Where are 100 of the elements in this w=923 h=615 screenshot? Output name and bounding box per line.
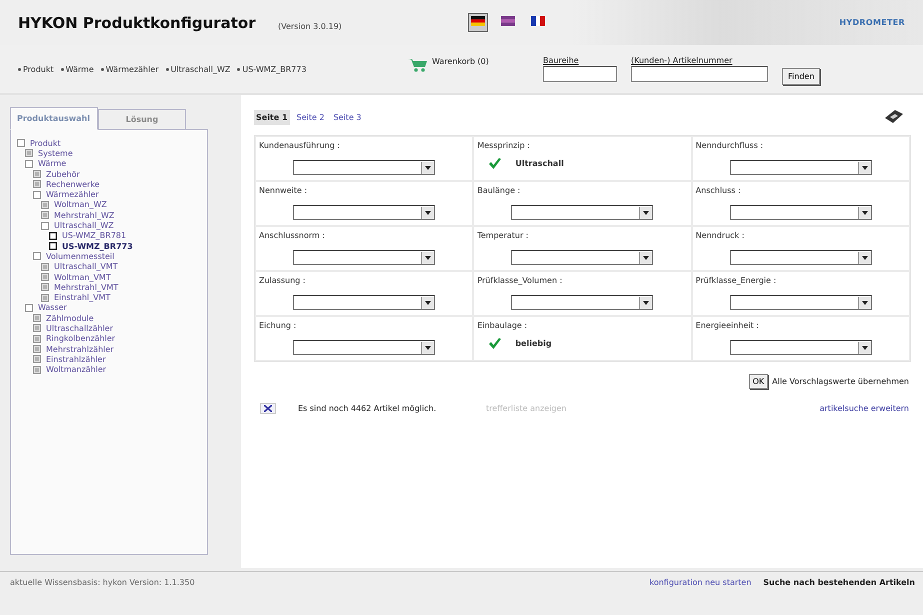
- dropdown[interactable]: [511, 295, 654, 310]
- collapse-icon[interactable]: [33, 252, 41, 260]
- expand-icon[interactable]: [41, 273, 49, 281]
- expand-icon[interactable]: [25, 149, 33, 158]
- result-message: Es sind noch 4462 Artikel möglich.: [298, 404, 438, 413]
- accept-label: Alle Vorschlagswerte übernehmen: [772, 377, 909, 386]
- bullet-icon: [237, 68, 240, 70]
- field-label: Einbaulage :: [477, 321, 528, 330]
- dropdown[interactable]: [293, 250, 436, 265]
- dropdown[interactable]: [730, 340, 872, 355]
- caret-icon: [643, 300, 650, 304]
- tree-item[interactable]: Wasser: [25, 302, 207, 314]
- expand-icon[interactable]: [33, 324, 41, 332]
- tree-item[interactable]: Wärmezähler: [33, 189, 207, 200]
- dropdown[interactable]: [293, 160, 436, 175]
- field-label: Kundenausführung :: [259, 141, 341, 150]
- find-button[interactable]: Finden: [782, 68, 820, 84]
- expand-icon[interactable]: [33, 355, 41, 364]
- tree-item[interactable]: US-WMZ_BR773: [49, 240, 207, 252]
- page-tab[interactable]: Seite 2: [294, 110, 326, 124]
- expand-icon[interactable]: [41, 200, 49, 209]
- caret-icon: [862, 256, 868, 260]
- dropdown[interactable]: [293, 295, 436, 310]
- collapse-icon[interactable]: [17, 139, 25, 148]
- dropdown[interactable]: [730, 295, 872, 310]
- breadcrumb-link[interactable]: US-WMZ_BR773: [242, 64, 306, 74]
- expand-icon[interactable]: [41, 262, 49, 271]
- field-label: Eichung :: [259, 321, 298, 330]
- expand-icon[interactable]: [41, 211, 49, 220]
- search-articles-link[interactable]: Suche nach bestehenden Artikeln: [763, 578, 915, 587]
- caret-icon: [862, 210, 868, 214]
- field-label: Nenndurchfluss :: [696, 141, 764, 150]
- tree-item[interactable]: Ringkolbenzähler: [33, 334, 207, 344]
- expand-icon[interactable]: [33, 334, 41, 343]
- page-tab[interactable]: Seite 3: [331, 110, 364, 124]
- eraser-icon[interactable]: [883, 109, 905, 125]
- bullet-icon: [166, 68, 169, 70]
- page-tab[interactable]: Seite 1: [254, 110, 290, 124]
- search-field[interactable]: [543, 66, 617, 82]
- tree-item[interactable]: Woltman_WZ: [41, 200, 207, 210]
- dropdown[interactable]: [293, 205, 436, 220]
- field-label: Anschlussnorm :: [259, 231, 326, 240]
- extend-search-link[interactable]: artikelsuche erweitern: [820, 404, 909, 413]
- reset-button[interactable]: [260, 403, 276, 414]
- tree-item[interactable]: Mehrstrahl_WZ: [41, 210, 207, 220]
- expand-icon[interactable]: [41, 294, 49, 302]
- field-label: Zulassung :: [259, 276, 306, 285]
- ok-button[interactable]: OK: [748, 374, 768, 389]
- tree-item[interactable]: Volumenmessteil: [33, 251, 207, 262]
- expand-icon[interactable]: [33, 314, 41, 322]
- collapse-icon[interactable]: [25, 160, 33, 168]
- checkmark-icon: [489, 338, 502, 349]
- collapse-icon[interactable]: [25, 304, 33, 312]
- tree-item[interactable]: Ultraschall_WZ: [41, 220, 207, 231]
- tree-item[interactable]: Zählmodule: [33, 313, 207, 324]
- tree-item[interactable]: Einstrahlzähler: [33, 354, 207, 365]
- breadcrumb-link[interactable]: Wärme: [66, 64, 94, 74]
- tree-item[interactable]: Mehrstrahlzähler: [33, 344, 207, 354]
- tree-item[interactable]: Zubehör: [33, 168, 207, 180]
- cart-label[interactable]: Warenkorb (0): [432, 57, 489, 66]
- breadcrumb-link[interactable]: Wärmezähler: [106, 64, 159, 74]
- expand-icon[interactable]: [33, 366, 41, 374]
- field-label: Messprinzip :: [477, 141, 531, 150]
- dropdown[interactable]: [730, 160, 872, 175]
- dropdown[interactable]: [511, 205, 654, 220]
- tree-item[interactable]: Einstrahl_VMT: [41, 292, 207, 303]
- tree-item[interactable]: Rechenwerke: [33, 179, 207, 190]
- collapse-icon[interactable]: [33, 190, 41, 199]
- tree-item[interactable]: US-WMZ_BR781: [49, 230, 207, 241]
- collapse-icon[interactable]: [41, 222, 49, 230]
- tree-item[interactable]: Wärme: [25, 158, 207, 169]
- expand-icon[interactable]: [41, 283, 49, 292]
- caret-icon: [862, 166, 868, 170]
- field-label: Anschluss :: [696, 186, 742, 195]
- breadcrumb-link[interactable]: Ultraschall_WZ: [170, 64, 230, 74]
- tree-item[interactable]: Mehrstrahl_VMT: [41, 282, 207, 292]
- expand-icon[interactable]: [33, 180, 41, 188]
- tree-item[interactable]: Woltmanzähler: [33, 364, 207, 375]
- field-label: Baureihe: [543, 56, 580, 65]
- breadcrumb-link[interactable]: Produkt: [23, 64, 54, 74]
- expand-icon[interactable]: [33, 345, 41, 354]
- field-label: Nennweite :: [259, 186, 308, 195]
- flag-icon[interactable]: [468, 13, 488, 32]
- tree-item[interactable]: Ultraschall_VMT: [41, 262, 207, 272]
- dropdown[interactable]: [730, 250, 872, 265]
- tree-item[interactable]: Produkt: [17, 138, 207, 148]
- field-value: Ultraschall: [515, 159, 564, 168]
- restart-link[interactable]: konfiguration neu starten: [649, 578, 752, 587]
- dropdown[interactable]: [730, 205, 872, 220]
- company-logo: HYDROMETER: [839, 18, 905, 27]
- tree-item[interactable]: Woltman_VMT: [41, 272, 207, 282]
- caret-icon: [643, 256, 650, 260]
- knowledge-base-version: aktuelle Wissensbasis: hykon Version: 1.1.350: [10, 578, 196, 587]
- tree-item[interactable]: Ultraschallzähler: [33, 323, 207, 334]
- dropdown[interactable]: [293, 340, 436, 355]
- shopping-cart-icon[interactable]: [408, 57, 430, 73]
- search-field[interactable]: [631, 66, 768, 82]
- dropdown[interactable]: [511, 250, 654, 265]
- expand-icon[interactable]: [33, 170, 41, 178]
- tree-item[interactable]: Systeme: [25, 148, 207, 159]
